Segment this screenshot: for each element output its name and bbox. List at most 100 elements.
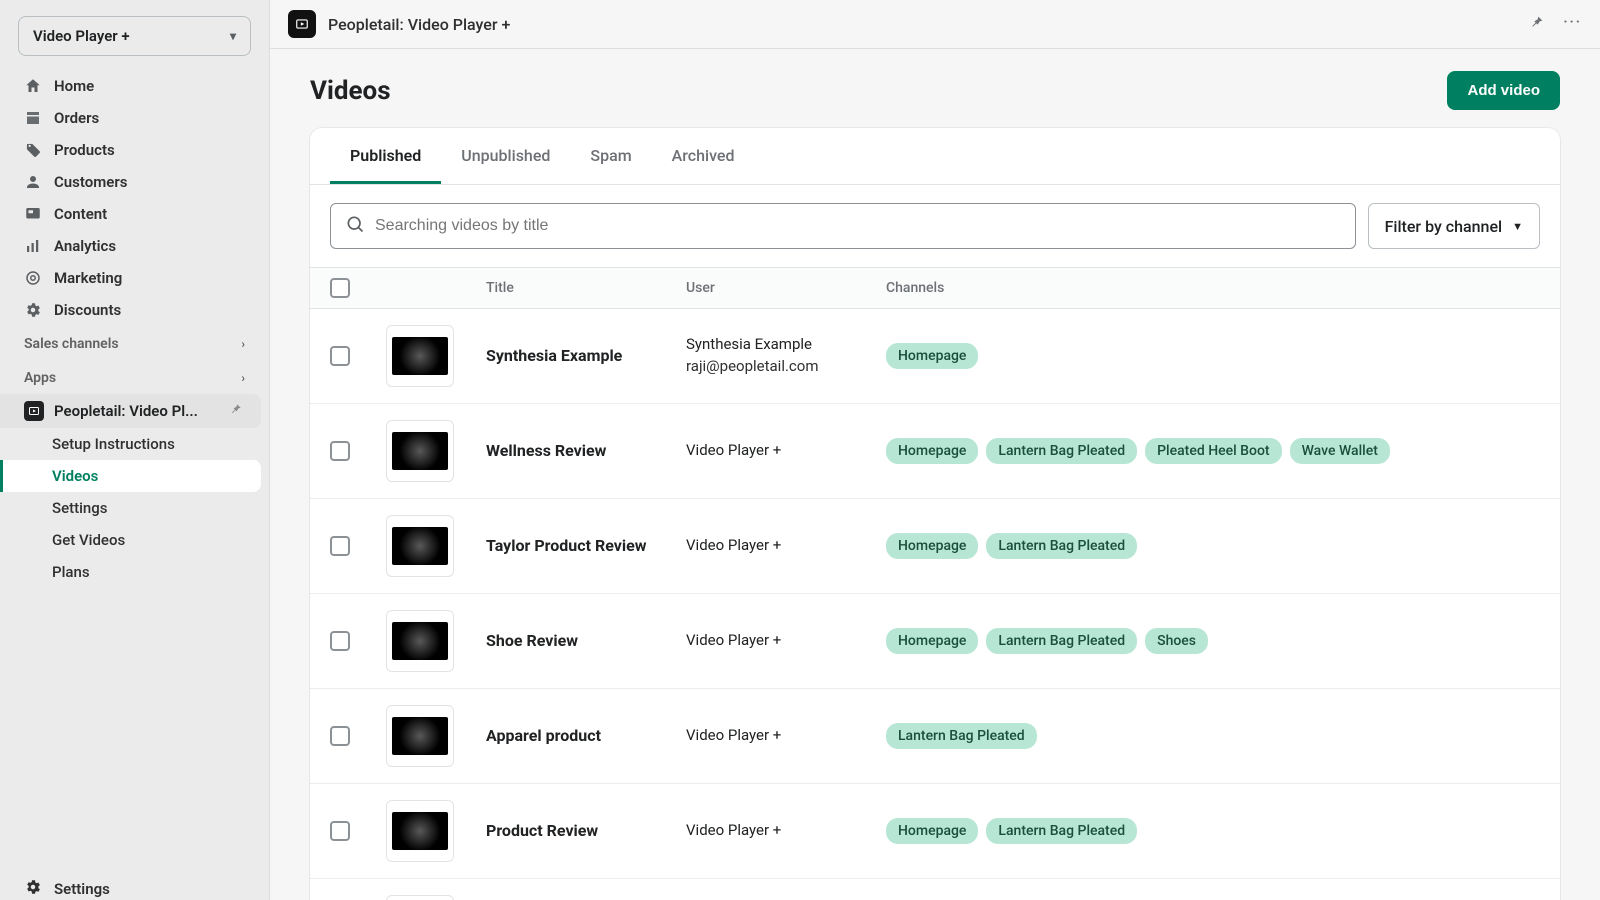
tab-unpublished[interactable]: Unpublished	[441, 128, 570, 184]
table-header: Title User Channels	[310, 267, 1560, 309]
channel-badge: Pleated Heel Boot	[1145, 438, 1281, 464]
sidebar-item-customers[interactable]: Customers	[0, 166, 269, 198]
table-row[interactable]: Synthesia ExampleSynthesia Exampleraji@p…	[310, 309, 1560, 404]
app-subnav-plans[interactable]: Plans	[0, 556, 269, 588]
channel-badge: Homepage	[886, 818, 978, 844]
channel-badge: Wave Wallet	[1290, 438, 1390, 464]
app-subnav-videos[interactable]: Videos	[0, 460, 261, 492]
sidebar-item-content[interactable]: Content	[0, 198, 269, 230]
row-checkbox[interactable]	[330, 536, 350, 556]
table-row[interactable]: Wellness ReviewVideo Player +HomepageLan…	[310, 404, 1560, 499]
sidebar-item-discounts[interactable]: Discounts	[0, 294, 269, 326]
sidebar-item-analytics[interactable]: Analytics	[0, 230, 269, 262]
column-title: Title	[486, 280, 686, 296]
nav-label: Home	[54, 77, 94, 95]
nav-label: Discounts	[54, 301, 121, 319]
search-input-wrapper[interactable]	[330, 203, 1356, 249]
tab-spam[interactable]: Spam	[570, 128, 651, 184]
video-thumbnail[interactable]	[386, 420, 454, 482]
row-user-name: Video Player +	[686, 440, 886, 462]
table-row[interactable]: Taylor Product ReviewVideo Player +Homep…	[310, 499, 1560, 594]
filter-label: Filter by channel	[1385, 217, 1503, 236]
channel-badge: Lantern Bag Pleated	[986, 818, 1137, 844]
column-channels: Channels	[886, 280, 1540, 296]
primary-nav: Home Orders ProductsCustomersContentAnalyt…	[0, 70, 269, 326]
apps-header[interactable]: Apps ›	[0, 360, 269, 394]
pin-icon[interactable]	[229, 402, 243, 420]
video-thumbnail[interactable]	[386, 705, 454, 767]
app-subnav-setup-instructions[interactable]: Setup Instructions	[0, 428, 269, 460]
sales-channels-header[interactable]: Sales channels ›	[0, 326, 269, 360]
video-thumbnail[interactable]	[386, 515, 454, 577]
sidebar-item-orders[interactable]: Orders	[0, 102, 269, 134]
app-subnav-get-videos[interactable]: Get Videos	[0, 524, 269, 556]
row-checkbox[interactable]	[330, 441, 350, 461]
row-channels: Homepage Lantern Bag Pleated	[886, 533, 1540, 559]
sidebar-app-name: Peopletail: Video Pl...	[54, 402, 198, 420]
video-thumbnail[interactable]	[386, 895, 454, 900]
gear-icon	[24, 878, 42, 900]
sidebar-item-home[interactable]: Home	[0, 70, 269, 102]
add-video-button[interactable]: Add video	[1447, 71, 1560, 110]
channel-badge: Shoes	[1145, 628, 1208, 654]
videos-card: PublishedUnpublishedSpamArchived Filter …	[310, 128, 1560, 900]
row-user-name: Video Player +	[686, 630, 886, 652]
discounts-icon	[24, 301, 42, 319]
channel-badge: Lantern Bag Pleated	[986, 533, 1137, 559]
search-input[interactable]	[375, 217, 1341, 235]
apps-label: Apps	[24, 370, 56, 386]
row-channels: Homepage Lantern Bag Pleated Pleated Heel …	[886, 438, 1540, 464]
sidebar-settings[interactable]: Settings	[0, 866, 269, 900]
search-icon	[345, 214, 365, 238]
row-title: Apparel product	[486, 725, 686, 747]
nav-label: Marketing	[54, 269, 122, 287]
select-all-checkbox[interactable]	[330, 278, 350, 298]
column-user: User	[686, 280, 886, 296]
row-channels: Homepage Lantern Bag Pleated Shoes	[886, 628, 1540, 654]
row-checkbox[interactable]	[330, 631, 350, 651]
row-checkbox[interactable]	[330, 726, 350, 746]
channel-badge: Lantern Bag Pleated	[886, 723, 1037, 749]
table-row[interactable]: Shoe ReviewVideo Player +Homepage Lantern…	[310, 594, 1560, 689]
video-thumbnail[interactable]	[386, 800, 454, 862]
tab-published[interactable]: Published	[330, 128, 441, 184]
table-row[interactable]: Apparel productVideo Player +Lantern Bag…	[310, 689, 1560, 784]
filter-by-channel-button[interactable]: Filter by channel ▼	[1368, 203, 1540, 249]
topbar-title: Peopletail: Video Player +	[328, 15, 510, 34]
table-row[interactable]: New Tea ProductVideo Player +HomepageLan…	[310, 879, 1560, 900]
home-icon	[24, 77, 42, 95]
channel-badge: Homepage	[886, 628, 978, 654]
nav-label: Orders	[54, 109, 99, 127]
channel-badge: Homepage	[886, 438, 978, 464]
sidebar-item-marketing[interactable]: Marketing	[0, 262, 269, 294]
row-user-email: raji@peopletail.com	[686, 356, 886, 378]
store-selector[interactable]: Video Player + ▾	[18, 16, 251, 56]
table-body: Synthesia ExampleSynthesia Exampleraji@p…	[310, 309, 1560, 900]
app-subnav-settings[interactable]: Settings	[0, 492, 269, 524]
sidebar-settings-label: Settings	[54, 880, 110, 898]
row-channels: Lantern Bag Pleated	[886, 723, 1540, 749]
tab-archived[interactable]: Archived	[652, 128, 755, 184]
channel-badge: Lantern Bag Pleated	[986, 438, 1137, 464]
video-thumbnail[interactable]	[386, 325, 454, 387]
chevron-right-icon: ›	[241, 337, 245, 351]
channel-badge: Homepage	[886, 533, 978, 559]
store-selector-label: Video Player +	[33, 27, 130, 45]
row-checkbox[interactable]	[330, 821, 350, 841]
row-title: Product Review	[486, 820, 686, 842]
channel-badge: Lantern Bag Pleated	[986, 628, 1137, 654]
row-checkbox[interactable]	[330, 346, 350, 366]
chevron-down-icon: ▾	[230, 29, 236, 43]
row-user-name: Video Player +	[686, 535, 886, 557]
more-icon[interactable]: ···	[1563, 14, 1582, 34]
row-channels: Homepage Lantern Bag Pleated	[886, 818, 1540, 844]
pin-icon[interactable]	[1529, 14, 1545, 34]
content-icon	[24, 205, 42, 223]
row-title: Shoe Review	[486, 630, 686, 652]
sidebar-app-peopletail[interactable]: Peopletail: Video Pl...	[0, 394, 261, 428]
sidebar-item-products[interactable]: Products	[0, 134, 269, 166]
video-thumbnail[interactable]	[386, 610, 454, 672]
topbar-app-icon	[288, 10, 316, 38]
table-row[interactable]: Product ReviewVideo Player +HomepageLant…	[310, 784, 1560, 879]
sales-channels-label: Sales channels	[24, 336, 119, 352]
